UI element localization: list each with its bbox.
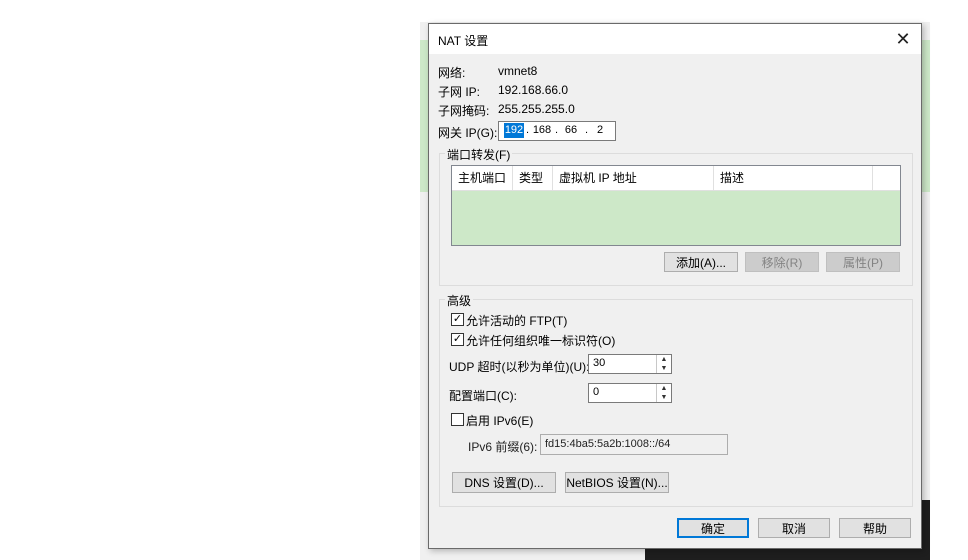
gateway-octet-4[interactable]: 2 (590, 123, 610, 138)
cancel-button[interactable]: 取消 (758, 518, 830, 538)
column-type[interactable]: 类型 (513, 166, 553, 190)
udp-timeout-value[interactable]: 30 (593, 357, 605, 369)
spin-up-icon[interactable]: ▲ (657, 355, 671, 364)
allow-oui-label[interactable]: 允许任何组织唯一标识符(O) (466, 332, 615, 349)
config-port-value[interactable]: 0 (593, 386, 599, 398)
allow-ftp-checkbox[interactable]: ✓ (451, 313, 464, 326)
help-button[interactable]: 帮助 (839, 518, 911, 538)
config-port-spinner[interactable]: 0 ▲ ▼ (588, 383, 672, 403)
gateway-label: 网关 IP(G): (438, 126, 498, 140)
column-description[interactable]: 描述 (714, 166, 873, 190)
ipv6-prefix-label: IPv6 前缀(6): (468, 440, 538, 454)
dns-settings-button[interactable]: DNS 设置(D)... (452, 472, 556, 493)
gateway-octet-3[interactable]: 66 (560, 123, 582, 138)
spin-down-icon[interactable]: ▼ (657, 393, 671, 402)
udp-timeout-spinner[interactable]: 30 ▲ ▼ (588, 354, 672, 374)
network-value: vmnet8 (498, 64, 538, 78)
gateway-octet-2[interactable]: 168 (531, 123, 553, 138)
port-forwarding-table[interactable]: 主机端口 类型 虚拟机 IP 地址 描述 (451, 165, 901, 246)
enable-ipv6-label[interactable]: 启用 IPv6(E) (466, 412, 533, 429)
subnet-mask-value: 255.255.255.0 (498, 102, 575, 116)
dialog-titlebar: NAT 设置 ✕ (429, 24, 921, 54)
table-header: 主机端口 类型 虚拟机 IP 地址 描述 (452, 166, 900, 191)
column-vm-ip[interactable]: 虚拟机 IP 地址 (553, 166, 714, 190)
gateway-octet-1[interactable]: 192 (504, 123, 524, 138)
port-forwarding-title: 端口转发(F) (445, 146, 513, 163)
network-label: 网络: (438, 66, 466, 80)
close-icon[interactable]: ✕ (891, 27, 915, 51)
dialog-title: NAT 设置 (438, 34, 489, 48)
allow-oui-checkbox[interactable]: ✓ (451, 333, 464, 346)
add-button[interactable]: 添加(A)... (664, 252, 738, 272)
subnet-ip-value: 192.168.66.0 (498, 83, 569, 97)
spin-down-icon[interactable]: ▼ (657, 364, 671, 373)
subnet-ip-label: 子网 IP: (438, 85, 481, 99)
gateway-ip-input[interactable]: 192 . 168 . 66 . 2 (498, 121, 616, 141)
column-host-port[interactable]: 主机端口 (452, 166, 513, 190)
properties-button[interactable]: 属性(P) (826, 252, 900, 272)
allow-ftp-label[interactable]: 允许活动的 FTP(T) (466, 312, 567, 329)
remove-button[interactable]: 移除(R) (745, 252, 819, 272)
subnet-mask-label: 子网掩码: (438, 104, 490, 118)
config-port-label: 配置端口(C): (449, 389, 517, 403)
ipv6-prefix-input[interactable]: fd15:4ba5:5a2b:1008::/64 (540, 434, 728, 455)
netbios-settings-button[interactable]: NetBIOS 设置(N)... (565, 472, 669, 493)
nat-settings-dialog: NAT 设置 ✕ 网络: vmnet8 子网 IP: 192.168.66.0 … (428, 23, 922, 549)
ok-button[interactable]: 确定 (677, 518, 749, 538)
enable-ipv6-checkbox[interactable] (451, 413, 464, 426)
udp-timeout-label: UDP 超时(以秒为单位)(U): (449, 360, 590, 374)
spin-up-icon[interactable]: ▲ (657, 384, 671, 393)
advanced-title: 高级 (445, 292, 474, 309)
